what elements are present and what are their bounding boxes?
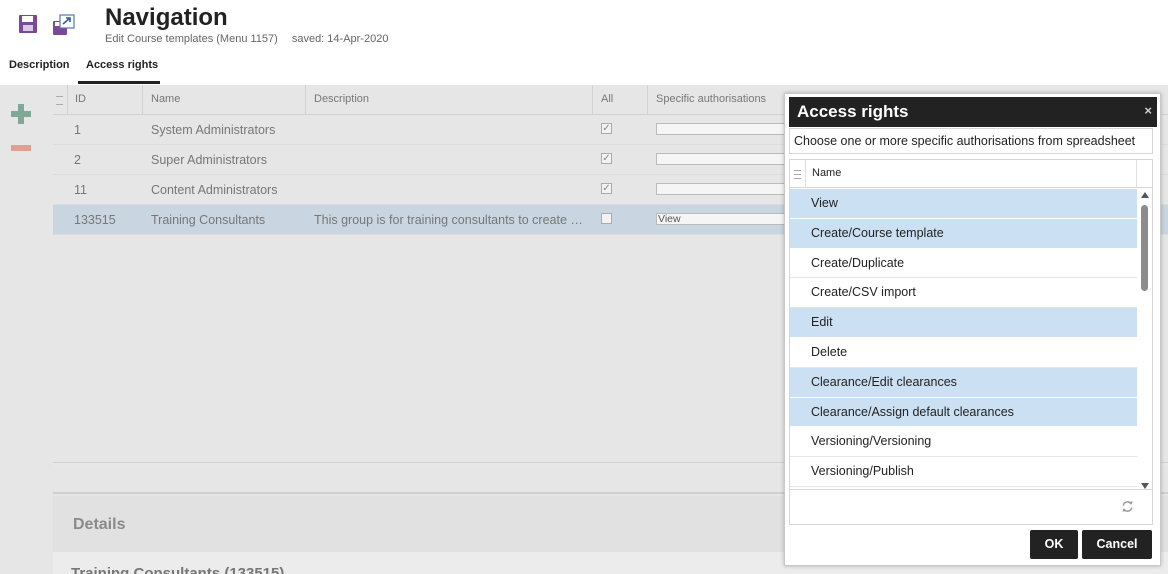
ok-button[interactable]: OK xyxy=(1030,530,1078,559)
tab-description[interactable]: Description xyxy=(9,59,70,71)
cell-id: 2 xyxy=(74,153,81,167)
details-subtitle: Training Consultants (133515) xyxy=(71,565,285,574)
cell-description: This group is for training consultants t… xyxy=(314,213,583,227)
refresh-icon[interactable] xyxy=(1121,500,1134,513)
all-checkbox[interactable]: ✓ xyxy=(601,123,612,134)
list-item[interactable]: Clearance/Assign default clearances xyxy=(790,397,1137,428)
tab-access-rights[interactable]: Access rights xyxy=(86,59,158,71)
specific-authorisations-field[interactable] xyxy=(656,153,796,165)
all-checkbox[interactable]: ✓ xyxy=(601,183,612,194)
cell-name: Content Administrators xyxy=(151,183,278,197)
column-separator xyxy=(1136,160,1137,188)
column-header-name[interactable]: Name xyxy=(151,93,180,105)
column-header-specific-authorisations[interactable]: Specific authorisations xyxy=(656,93,766,105)
list-item[interactable]: Versioning/Publish xyxy=(790,457,1137,487)
scroll-thumb[interactable] xyxy=(1141,205,1148,291)
list-item[interactable]: View xyxy=(790,189,1137,219)
specific-authorisations-field[interactable]: View xyxy=(656,213,796,225)
dialog-title-bar[interactable]: Access rights × xyxy=(789,97,1157,127)
column-separator xyxy=(67,85,68,115)
column-menu-icon[interactable] xyxy=(56,96,63,105)
column-header-all[interactable]: All xyxy=(601,93,613,105)
authorisations-list: Name View Create/Course template Create/… xyxy=(789,159,1153,525)
column-separator xyxy=(805,160,806,188)
column-header-name[interactable]: Name xyxy=(812,167,841,179)
column-header-id[interactable]: ID xyxy=(75,93,86,105)
save-icon[interactable] xyxy=(18,14,38,34)
cell-name: System Administrators xyxy=(151,123,276,137)
specific-authorisations-field[interactable] xyxy=(656,123,796,135)
cell-id: 1 xyxy=(74,123,81,137)
cell-name: Super Administrators xyxy=(151,153,268,167)
column-separator xyxy=(647,85,648,115)
list-footer xyxy=(790,489,1152,524)
list-item[interactable]: Create/Duplicate xyxy=(790,249,1137,279)
column-separator xyxy=(592,85,593,115)
list-item[interactable]: Edit xyxy=(790,308,1137,338)
dialog-instruction: Choose one or more specific authorisatio… xyxy=(789,128,1153,154)
cell-id: 133515 xyxy=(74,213,116,227)
access-rights-dialog: Access rights × Choose one or more speci… xyxy=(784,93,1161,566)
list-rows: View Create/Course template Create/Dupli… xyxy=(790,189,1137,487)
scrollbar[interactable] xyxy=(1139,189,1151,489)
all-checkbox[interactable]: ✓ xyxy=(601,153,612,164)
dialog-title: Access rights xyxy=(797,102,909,121)
scroll-up-icon[interactable] xyxy=(1141,192,1149,198)
list-item[interactable]: Create/Course template xyxy=(790,218,1137,249)
plus-icon[interactable] xyxy=(11,104,31,124)
page-subtitle: Edit Course templates (Menu 1157) saved: … xyxy=(105,33,388,45)
save-as-icon[interactable] xyxy=(52,13,76,37)
cancel-button[interactable]: Cancel xyxy=(1082,530,1152,559)
specific-authorisations-field[interactable] xyxy=(656,183,796,195)
grid-toolbar xyxy=(0,85,53,574)
all-checkbox[interactable] xyxy=(601,213,612,224)
column-menu-icon[interactable] xyxy=(794,170,801,179)
column-separator xyxy=(305,85,306,115)
active-tab-indicator xyxy=(78,81,160,84)
details-title: Details xyxy=(73,516,126,533)
cell-name: Training Consultants xyxy=(151,213,266,227)
list-item[interactable]: Versioning/Versioning xyxy=(790,427,1137,458)
column-header-description[interactable]: Description xyxy=(314,93,369,105)
menu-subtitle: Edit Course templates (Menu 1157) xyxy=(105,33,278,45)
column-separator xyxy=(142,85,143,115)
page-title: Navigation xyxy=(105,4,228,31)
list-item[interactable]: Delete xyxy=(790,338,1137,368)
list-item[interactable]: Create/CSV import xyxy=(790,278,1137,309)
cell-id: 11 xyxy=(74,183,87,197)
saved-date: saved: 14-Apr-2020 xyxy=(291,33,389,45)
minus-icon[interactable] xyxy=(11,145,31,151)
list-header: Name xyxy=(790,160,1152,188)
list-item[interactable]: Clearance/Edit clearances xyxy=(790,367,1137,398)
close-icon[interactable]: × xyxy=(1144,103,1152,118)
